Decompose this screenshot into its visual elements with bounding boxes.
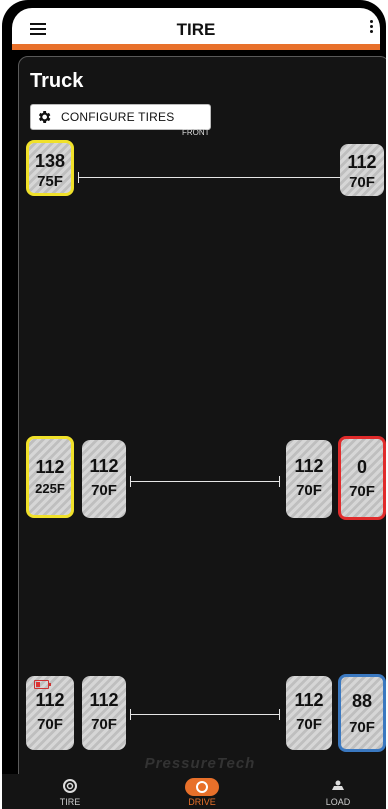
tire-axle1-right[interactable]: 112 70F — [340, 144, 384, 196]
tire-temperature: 225F — [35, 481, 65, 496]
tire-temperature: 70F — [91, 716, 117, 733]
tire-icon — [63, 779, 77, 793]
tire-axle3-right-outer[interactable]: 88 70F — [338, 674, 386, 752]
gear-icon — [38, 111, 51, 123]
brand-watermark: PressureTech — [144, 755, 256, 772]
tire-pressure: 112 — [35, 690, 65, 710]
vehicle-name: Truck — [30, 70, 84, 92]
tire-pressure: 138 — [34, 151, 66, 171]
nav-tire[interactable]: TIRE — [30, 774, 110, 809]
tire-temperature: 70F — [349, 174, 375, 191]
configure-tires-button[interactable]: CONFIGURE TIRES — [30, 104, 211, 130]
load-icon — [332, 780, 344, 790]
nav-drive-label: DRIVE — [188, 797, 216, 807]
tire-pressure: 112 — [294, 456, 324, 476]
tire-pressure: 0 — [356, 457, 367, 477]
axle-2-line — [130, 476, 280, 487]
tire-pressure: 112 — [89, 456, 119, 476]
tire-temperature: 70F — [37, 716, 63, 733]
tire-temperature: 75F — [37, 173, 63, 190]
low-battery-icon — [34, 680, 51, 689]
app-bar-accent-line — [12, 44, 380, 50]
more-options-icon[interactable] — [368, 18, 374, 38]
tire-axle3-left-inner[interactable]: 112 70F — [82, 676, 126, 750]
tire-axle1-left[interactable]: 138 75F — [26, 140, 74, 196]
nav-tire-label: TIRE — [59, 797, 81, 807]
configure-tires-label: CONFIGURE TIRES — [61, 110, 175, 124]
steering-wheel-icon — [185, 778, 219, 796]
tire-axle2-right-inner[interactable]: 112 70F — [286, 440, 332, 518]
tire-axle2-right-outer[interactable]: 0 70F — [338, 436, 386, 520]
page-title: TIRE — [176, 20, 216, 39]
tire-temperature: 70F — [296, 716, 322, 733]
nav-load[interactable]: LOAD — [298, 774, 378, 809]
tire-temperature: 70F — [91, 482, 117, 499]
tire-pressure: 112 — [294, 690, 324, 710]
tire-axle2-left-inner[interactable]: 112 70F — [82, 440, 126, 518]
axle-1-line — [78, 172, 368, 183]
tire-pressure: 88 — [351, 691, 373, 711]
bottom-nav: TIRE DRIVE LOAD — [2, 774, 386, 809]
tire-pressure: 112 — [35, 457, 65, 477]
tire-pressure: 112 — [89, 690, 119, 710]
tire-axle3-right-inner[interactable]: 112 70F — [286, 676, 332, 750]
nav-drive[interactable]: DRIVE — [162, 774, 242, 809]
tire-axle2-left-outer[interactable]: 112 225F — [26, 436, 74, 518]
tire-pressure: 112 — [347, 152, 377, 172]
tire-temperature: 70F — [349, 483, 375, 500]
nav-load-label: LOAD — [325, 797, 351, 807]
axle-3-line — [130, 709, 280, 720]
tire-temperature: 70F — [349, 719, 375, 736]
app-bar: TIRE — [12, 8, 380, 44]
phone-frame: TIRE Truck CONFIGURE TIRES FRONT 138 75F… — [2, 0, 386, 809]
front-label: FRONT — [182, 128, 210, 137]
tire-temperature: 70F — [296, 482, 322, 499]
tire-axle3-left-outer[interactable]: 112 70F — [26, 676, 74, 750]
